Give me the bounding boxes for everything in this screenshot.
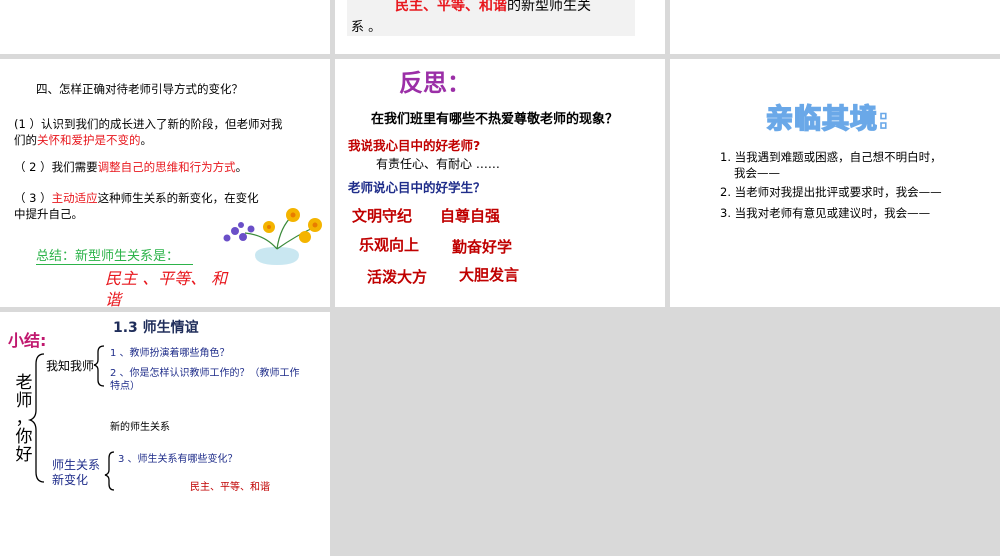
paragraph-3a: （ 3 ）主动适应这种师生关系的新变化，在变化 bbox=[14, 191, 259, 205]
slide-1[interactable] bbox=[0, 0, 330, 54]
slide-4[interactable]: 四、怎样正确对待老师引导方式的变化？ (1 ）认识到我们的成长进入了新的阶段，但… bbox=[0, 59, 330, 307]
summary-answer-1: 民主 、平等、 和 bbox=[105, 269, 228, 288]
slide-3[interactable] bbox=[670, 0, 1000, 54]
slide-5[interactable]: 反思： 在我们班里有哪些不热爱尊敬老师的现象？ 我说我心目中的好老师? 有责任心… bbox=[335, 59, 665, 307]
item-3: 3 、师生关系有哪些变化？ bbox=[118, 454, 238, 465]
slide-title: 亲临其境: bbox=[765, 103, 890, 136]
word-1: 文明守纪 bbox=[352, 207, 413, 225]
item-2b: 特点） bbox=[110, 381, 140, 392]
slide-2[interactable]: 民主、平等、和谐的新型师生关 系 。 bbox=[335, 0, 665, 54]
word-4: 勤奋好学 bbox=[452, 238, 513, 256]
word-3: 乐观向上 bbox=[359, 236, 420, 254]
paragraph-2: （ 2 ）我们需要调整自己的思维和行为方式。 bbox=[14, 160, 248, 174]
item-2: 2. 当老师对我提出批评或要求时，我会—— bbox=[720, 185, 942, 199]
q-good-student: 老师说心目中的好学生？ bbox=[348, 180, 486, 195]
node-know-teacher: 我知我师 bbox=[46, 359, 95, 373]
paragraph-3b: 中提升自己。 bbox=[14, 207, 83, 221]
paragraph-1b: 们的关怀和爱护是不变的。 bbox=[14, 133, 152, 147]
paragraph-1a: (1 ）认识到我们的成长进入了新的阶段，但老师对我 bbox=[14, 117, 283, 131]
item-1-line-2: 我会—— bbox=[734, 166, 780, 180]
summary-answer-2: 谐 bbox=[105, 290, 122, 307]
item-new-relationship: 新的师生关系 bbox=[110, 422, 170, 433]
summary-label: 总结：新型师生关系是： bbox=[36, 245, 194, 265]
question: 在我们班里有哪些不热爱尊敬老师的现象？ bbox=[371, 112, 619, 127]
a-good-teacher: 有责任心、有耐心 …… bbox=[376, 157, 500, 171]
item-1-line-1: 1. 当我遇到难题或困惑，自己想不明白时， bbox=[720, 150, 942, 164]
slide-7[interactable]: 小结: 1.3 师生情谊 老 师 ， 你 好 我知我师 1 、教师扮演着哪些角色… bbox=[0, 312, 330, 556]
item-3: 3. 当我对老师有意见或建议时，我会—— bbox=[720, 206, 931, 220]
slide-6[interactable]: 亲临其境: 1. 当我遇到难题或困惑，自己想不明白时， 我会—— 2. 当老师对… bbox=[670, 59, 1000, 307]
flower-vase-icon bbox=[223, 208, 322, 265]
node-relationship-b: 新变化 bbox=[52, 473, 89, 487]
slide-title: 反思： bbox=[399, 69, 471, 97]
word-5: 活泼大方 bbox=[367, 268, 428, 286]
text-line-1: 民主、平等、和谐的新型师生关 bbox=[395, 0, 591, 14]
text-line-2: 系 。 bbox=[351, 20, 382, 35]
word-6: 大胆发言 bbox=[459, 266, 520, 284]
heading: 四、怎样正确对待老师引导方式的变化？ bbox=[36, 82, 243, 96]
word-2: 自尊自强 bbox=[440, 207, 501, 225]
item-1: 1 、教师扮演着哪些角色？ bbox=[110, 348, 230, 359]
item-3-answer: 民主、平等、和谐 bbox=[190, 482, 270, 493]
q-good-teacher: 我说我心目中的好老师? bbox=[348, 138, 481, 153]
